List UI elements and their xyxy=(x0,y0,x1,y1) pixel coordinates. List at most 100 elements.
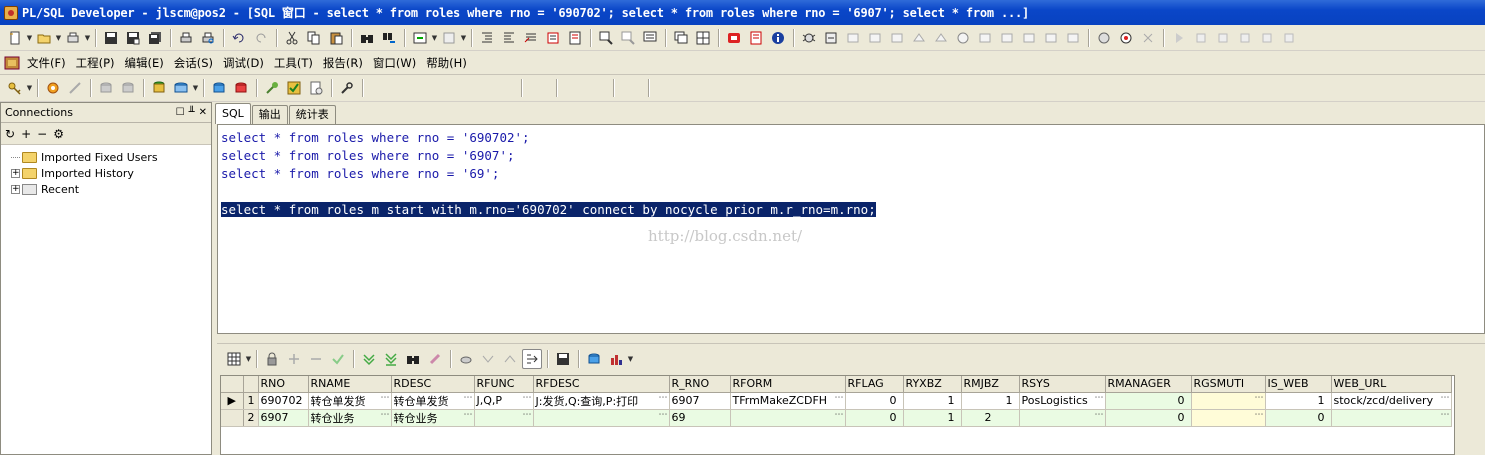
chart-dropdown-icon[interactable]: ▼ xyxy=(627,349,634,369)
grid-cell[interactable]: J:发货,Q:查询,P:打印 ⋯ xyxy=(533,392,670,410)
grid-cell[interactable]: 1 xyxy=(1265,392,1332,410)
rollback-icon[interactable] xyxy=(118,78,138,98)
refresh-icon[interactable]: ↻ xyxy=(5,127,15,141)
grid-cell[interactable]: 转仓业务 ⋯ xyxy=(308,409,392,427)
tab-sql[interactable]: SQL xyxy=(215,103,251,124)
cell-ellipsis-icon[interactable]: ⋯ xyxy=(523,393,532,403)
run-to-cursor-icon[interactable] xyxy=(1257,28,1277,48)
panel-close-icon[interactable]: ✕ xyxy=(199,107,207,118)
log-off-icon[interactable] xyxy=(231,78,251,98)
document-icon[interactable] xyxy=(306,78,326,98)
grid-cell[interactable]: 转仓单发货 ⋯ xyxy=(308,392,392,410)
windows-icon[interactable] xyxy=(671,28,691,48)
panel-float-icon[interactable]: ☐ xyxy=(176,107,185,118)
step-over-icon[interactable] xyxy=(1213,28,1233,48)
redo-icon[interactable] xyxy=(251,28,271,48)
copy-icon[interactable] xyxy=(304,28,324,48)
debug-output-icon[interactable] xyxy=(1019,28,1039,48)
grid-cell[interactable]: 转仓业务 ⋯ xyxy=(391,409,475,427)
export-icon[interactable] xyxy=(584,349,604,369)
add-icon[interactable]: + xyxy=(21,127,31,141)
grid-layout-dropdown-icon[interactable]: ▼ xyxy=(245,349,252,369)
debug-run-icon[interactable] xyxy=(821,28,841,48)
grid-cell[interactable]: ⋯ xyxy=(1331,409,1452,427)
exception-icon[interactable] xyxy=(1279,28,1299,48)
cell-ellipsis-icon[interactable]: ⋯ xyxy=(523,410,532,420)
grid-cell[interactable]: J,Q,P ⋯ xyxy=(474,392,534,410)
column-header[interactable]: RMANAGER xyxy=(1105,376,1192,393)
uncomment-icon[interactable] xyxy=(543,28,563,48)
column-header[interactable]: RFDESC xyxy=(533,376,670,393)
key-icon[interactable] xyxy=(5,78,25,98)
table-row[interactable]: ▶ 1 690702 转仓单发货 ⋯ 转仓单发货 ⋯ J,Q,P ⋯ J:发货,Q:查… xyxy=(221,392,1452,410)
sql-editor[interactable]: select * from roles where rno = '690702'… xyxy=(217,124,1485,334)
sql-window-icon[interactable] xyxy=(4,55,20,71)
tree-item-recent[interactable]: + Recent xyxy=(1,181,211,197)
editor-splitter[interactable] xyxy=(217,334,1485,344)
cut-icon[interactable] xyxy=(282,28,302,48)
step-out-icon[interactable] xyxy=(1235,28,1255,48)
grid-cell[interactable]: ⋯ xyxy=(730,409,846,427)
find-icon[interactable] xyxy=(357,28,377,48)
new-dropdown-icon[interactable]: ▼ xyxy=(26,28,33,48)
wrench-icon[interactable] xyxy=(337,78,357,98)
print-dropdown-icon[interactable]: ▼ xyxy=(84,28,91,48)
paste-icon[interactable] xyxy=(326,28,346,48)
describe-icon[interactable] xyxy=(640,28,660,48)
debug-step-into-icon[interactable] xyxy=(843,28,863,48)
tree-item-imported-fixed-users[interactable]: Imported Fixed Users xyxy=(1,149,211,165)
post-changes-icon[interactable] xyxy=(328,349,348,369)
grid-cell[interactable]: 0 xyxy=(1265,409,1332,427)
break-icon[interactable] xyxy=(439,28,459,48)
cell-ellipsis-icon[interactable]: ⋯ xyxy=(1095,410,1104,420)
tab-statistics[interactable]: 统计表 xyxy=(288,105,336,124)
indent-icon[interactable] xyxy=(477,28,497,48)
execute-dropdown-icon[interactable]: ▼ xyxy=(431,28,438,48)
print-setup-icon[interactable] xyxy=(63,28,83,48)
compile-icon[interactable] xyxy=(1094,28,1114,48)
execute-icon[interactable] xyxy=(410,28,430,48)
column-header[interactable]: RFORM xyxy=(730,376,846,393)
sql-dropdown-icon[interactable]: ▼ xyxy=(192,78,199,98)
menu-debug[interactable]: 调试(D) xyxy=(218,52,269,74)
sql-database-icon[interactable] xyxy=(171,78,191,98)
grid-cell[interactable]: 1 xyxy=(903,392,962,410)
explain-plan-icon[interactable] xyxy=(618,28,638,48)
save-icon[interactable] xyxy=(101,28,121,48)
debug-vars-icon[interactable] xyxy=(975,28,995,48)
grid-cell[interactable]: 1 xyxy=(903,409,962,427)
debug-step-out-icon[interactable] xyxy=(887,28,907,48)
grid-cell[interactable]: 690702 xyxy=(258,392,309,410)
debug-toggle-icon[interactable] xyxy=(1063,28,1083,48)
clear-icon[interactable] xyxy=(425,349,445,369)
column-header[interactable]: RNO xyxy=(258,376,309,393)
single-record-view-icon[interactable] xyxy=(522,349,542,369)
cell-ellipsis-icon[interactable]: ⋯ xyxy=(1441,393,1450,403)
unindent-icon[interactable] xyxy=(499,28,519,48)
cell-ellipsis-icon[interactable]: ⋯ xyxy=(1095,393,1104,403)
column-header[interactable]: RYXBZ xyxy=(903,376,962,393)
chart-icon[interactable] xyxy=(606,349,626,369)
grid-cell[interactable]: PosLogistics ⋯ xyxy=(1019,392,1106,410)
panel-pin-icon[interactable]: ╨ xyxy=(189,107,195,118)
open-dropdown-icon[interactable]: ▼ xyxy=(55,28,62,48)
column-header[interactable]: IS_WEB xyxy=(1265,376,1332,393)
remove-icon[interactable]: − xyxy=(37,127,47,141)
column-header[interactable]: RSYS xyxy=(1019,376,1106,393)
key-dropdown-icon[interactable]: ▼ xyxy=(26,78,33,98)
cell-ellipsis-icon[interactable]: ⋯ xyxy=(659,410,668,420)
checklist-icon[interactable] xyxy=(284,78,304,98)
grid-cell[interactable]: 0 xyxy=(845,392,904,410)
grid-cell[interactable]: ⋯ xyxy=(1191,409,1266,427)
debug-start-icon[interactable] xyxy=(799,28,819,48)
new-icon[interactable] xyxy=(5,28,25,48)
run-icon[interactable] xyxy=(1169,28,1189,48)
cell-ellipsis-icon[interactable]: ⋯ xyxy=(381,393,390,403)
gear-icon[interactable] xyxy=(43,78,63,98)
tree-item-imported-history[interactable]: + Imported History xyxy=(1,165,211,181)
log-on-icon[interactable] xyxy=(209,78,229,98)
grid-save-icon[interactable] xyxy=(553,349,573,369)
properties-icon[interactable]: ⚙ xyxy=(53,127,64,141)
query-by-example-icon[interactable] xyxy=(456,349,476,369)
column-header[interactable]: RFLAG xyxy=(845,376,904,393)
